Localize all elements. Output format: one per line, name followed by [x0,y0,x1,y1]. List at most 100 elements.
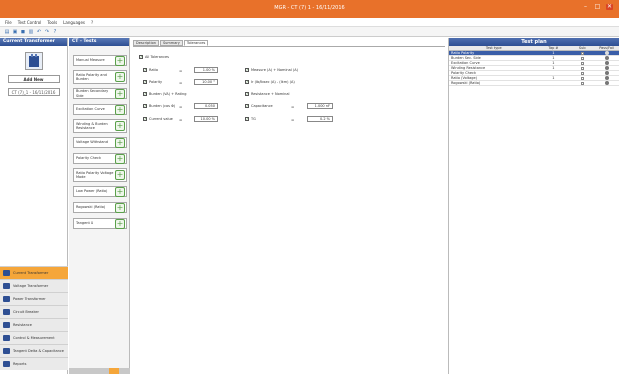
sub-checkbox[interactable] [570,56,594,60]
sub-checkbox[interactable] [570,66,594,70]
test-item[interactable]: Low Power (Ratio) + [73,186,127,197]
ratio-checkbox[interactable]: ✓ Ratio [143,68,158,72]
menu-tools[interactable]: Tools [47,20,57,25]
redo-icon[interactable]: ↷ [44,29,50,35]
test-item[interactable]: Winding & Burden Resistance + [73,119,127,133]
tg-checkbox[interactable]: ✓ TG [245,117,256,121]
title-bar: MGR - CT (7) 1 - 16/11/2016 – □ ✕ [0,0,619,18]
test-list-scrollbar[interactable] [69,368,130,374]
close-button[interactable]: ✕ [606,4,613,10]
nav-resistance[interactable]: Resistance [0,318,68,331]
menu-test-control[interactable]: Test Control [18,20,42,25]
nav-power-transformer[interactable]: Power Transformer [0,292,68,305]
menu-help[interactable]: ? [91,20,93,25]
add-test-icon[interactable]: + [115,137,125,148]
add-test-icon[interactable]: + [115,218,125,229]
sub-checkbox[interactable] [570,81,594,85]
current-value-field[interactable]: 10.00 % [194,116,218,122]
open-icon[interactable]: ▣ [12,29,18,35]
burden-cos-field[interactable]: 0.050 [194,103,218,109]
ratio-field[interactable]: 1.00 % [194,67,218,73]
sub-checkbox[interactable] [570,76,594,80]
ct-item[interactable]: CT (7)_1 - 16/11/2016 [7,88,60,96]
test-plan-name: Ratio Polarity [451,51,475,55]
undo-icon[interactable]: ↶ [36,29,42,35]
pass-fail-icon [594,81,619,85]
test-plan-name: Rogowski (Ratio) [451,81,481,85]
add-test-icon[interactable]: + [115,153,125,164]
test-item[interactable]: Rogowski (Ratio) + [73,202,127,213]
sub-checkbox[interactable] [570,71,594,75]
nav-current-transformer[interactable]: Current Transformer [0,266,68,279]
add-test-icon[interactable]: + [115,121,125,131]
test-list-panel: CT - Tests Manual Measure + Ratio Polarit… [69,38,130,374]
toolbar: ▤ ▣ ◼ ▥ ↶ ↷ ? [0,27,619,37]
add-test-icon[interactable]: + [115,170,125,180]
pass-fail-icon [594,56,619,60]
menu-languages[interactable]: Languages [63,20,85,25]
circuit-breaker-icon [3,309,10,315]
polarity-field[interactable]: 10.00 ° [194,79,218,85]
new-file-icon[interactable]: ▤ [4,29,10,35]
tg-field[interactable]: 0.2 % [307,116,333,122]
add-test-icon[interactable]: + [115,88,125,99]
nav-circuit-breaker[interactable]: Circuit Breaker [0,305,68,318]
print-icon[interactable]: ▥ [28,29,34,35]
menu-file[interactable]: File [5,20,12,25]
test-item[interactable]: Manual Measure + [73,55,127,66]
test-plan-row[interactable]: Rogowski (Ratio) [449,81,619,86]
sub-checkbox[interactable] [570,61,594,65]
test-plan-name: Ratio (Voltage) [451,76,477,80]
nav-reports[interactable]: Reports [0,357,68,370]
power-transformer-icon [3,296,10,302]
nav-tangent-delta[interactable]: Tangent Delta & Capacitance [0,344,68,357]
test-plan-title: Test plan [449,38,619,46]
maximize-button[interactable]: □ [594,4,601,10]
resistance-nominal-checkbox[interactable]: ✓ Resistance + Nominal [245,92,290,96]
nav-voltage-transformer[interactable]: Voltage Transformer [0,279,68,292]
test-item[interactable]: Polarity Check + [73,153,127,164]
transformer-icon [24,52,43,70]
pass-fail-icon [594,66,619,70]
pass-fail-icon [594,71,619,75]
add-test-icon[interactable]: + [115,72,125,82]
burden-cos-checkbox[interactable]: ✓ Burden (cos Φ) [143,104,175,108]
tangent-delta-icon [3,348,10,354]
save-icon[interactable]: ◼ [20,29,26,35]
test-item[interactable]: Ratio Polarity Voltage Mode + [73,168,127,182]
capacitance-field[interactable]: 1.000 nF [307,103,333,109]
current-value-checkbox[interactable]: ✓ Current value [143,117,173,121]
test-item[interactable]: Burden Secondary Side + [73,88,127,99]
pass-fail-icon [594,61,619,65]
scroll-thumb[interactable] [109,368,119,374]
help-icon[interactable]: ? [52,29,58,35]
measurement-icon [3,335,10,341]
nav-control-measurement[interactable]: Control & Measurement [0,331,68,344]
pass-fail-icon [594,51,619,55]
reports-icon [3,361,10,367]
test-plan-tap: 1 [552,51,555,55]
all-tolerances-checkbox[interactable]: ✓ All Tolerances [139,55,169,59]
add-new-button[interactable]: Add New [7,75,60,83]
current-transformer-icon [3,270,10,276]
test-item[interactable]: Voltage Withstand + [73,137,127,148]
polarity-checkbox[interactable]: ✓ Polarity [143,80,162,84]
measure-nominal-checkbox[interactable]: ✓ Measure (A) + Nominal (A) [245,68,298,72]
test-plan-rows: Ratio Polarity 1 Burden Sec. Side 1 Excitati… [449,51,619,86]
capacitance-checkbox[interactable]: ✓ Capacitance [245,104,273,108]
burden-rating-checkbox[interactable]: ✓ Burden (VA) + Rating [143,92,186,96]
test-item[interactable]: Ratio Polarity and Burden + [73,70,127,84]
test-item[interactable]: Tangent δ + [73,218,127,229]
add-test-icon[interactable]: + [115,186,125,197]
sub-checkbox[interactable] [570,51,594,55]
add-test-icon[interactable]: + [115,202,125,213]
add-test-icon[interactable]: + [115,104,125,115]
add-test-icon[interactable]: + [115,55,125,66]
voltage-transformer-icon [3,283,10,289]
resistance-icon [3,322,10,328]
minimize-button[interactable]: – [582,4,589,10]
test-plan-tap: 1 [552,61,555,65]
menu-bar: File Test Control Tools Languages ? [0,18,619,27]
secondary-current-checkbox[interactable]: ✓ Ir (Ib/Ibsec (A) - (Ikm) (A) [245,80,295,84]
test-item[interactable]: Excitation Curve + [73,104,127,115]
